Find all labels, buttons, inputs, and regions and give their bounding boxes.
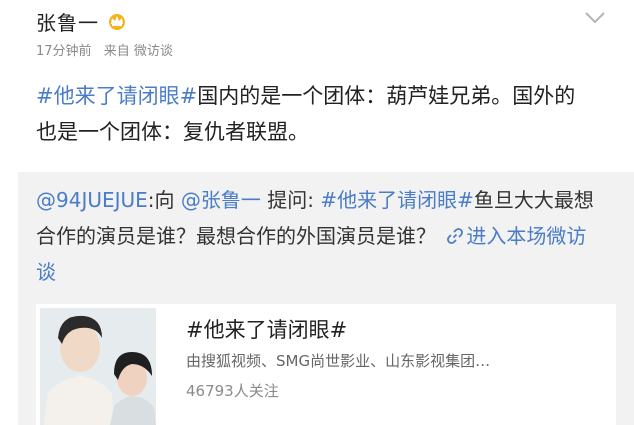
post-meta: 17分钟前 来自 微访谈 xyxy=(36,40,634,59)
repost-box[interactable]: @94JUEJUE:向 @张鲁一 提问: #他来了请闭眼#鱼旦大大最想合作的演员… xyxy=(18,172,634,425)
topic-card-thumbnail xyxy=(40,308,156,425)
crown-icon xyxy=(107,12,127,30)
post-header: 张鲁一 17分钟前 来自 微访谈 xyxy=(36,4,634,64)
post-topic-link[interactable]: #他来了请闭眼# xyxy=(36,84,197,108)
answerer-mention[interactable]: @张鲁一 xyxy=(181,188,261,212)
asker-mention[interactable]: @94JUEJUE xyxy=(36,188,148,212)
post-body: #他来了请闭眼#国内的是一个团体：葫芦娃兄弟。国外的也是一个团体：复仇者联盟。 xyxy=(36,78,596,150)
post-time: 17分钟前 xyxy=(36,44,92,59)
topic-card-description: 由搜狐视频、SMG尚世影业、山东影视集团… xyxy=(186,352,491,370)
repost-text: @94JUEJUE:向 @张鲁一 提问: #他来了请闭眼#鱼旦大大最想合作的演员… xyxy=(36,182,596,290)
ask-word: 提问: xyxy=(267,188,315,212)
chevron-down-icon[interactable] xyxy=(584,10,606,24)
author-name[interactable]: 张鲁一 xyxy=(36,7,99,36)
topic-card-followers: 46793人关注 xyxy=(186,382,279,400)
repost-topic-link[interactable]: #他来了请闭眼# xyxy=(320,188,474,212)
author-row: 张鲁一 xyxy=(36,4,634,38)
to-word: :向 xyxy=(147,188,175,212)
link-icon xyxy=(446,220,464,244)
post-source[interactable]: 来自 微访谈 xyxy=(104,44,173,59)
topic-card[interactable]: #他来了请闭眼# 由搜狐视频、SMG尚世影业、山东影视集团… 46793人关注 xyxy=(36,304,616,425)
topic-card-title[interactable]: #他来了请闭眼# xyxy=(186,314,347,344)
